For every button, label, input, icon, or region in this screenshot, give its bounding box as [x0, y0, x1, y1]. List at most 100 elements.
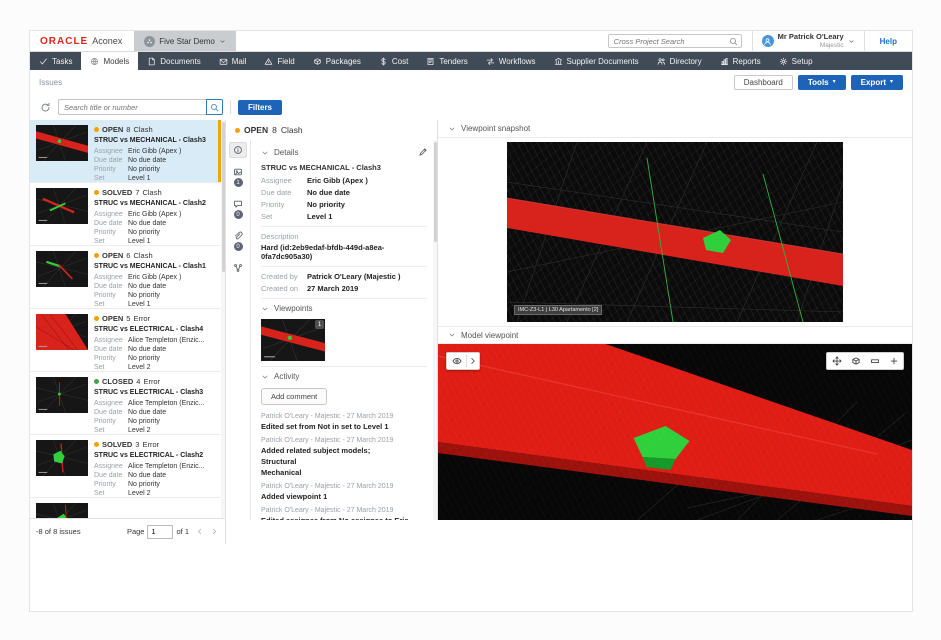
pan-icon [832, 356, 842, 366]
main-content: OPEN8Clash STRUC vs MECHANICAL - Clash3 … [30, 120, 912, 611]
issues-scrollbar[interactable] [221, 120, 225, 518]
nav-item-packages[interactable]: Packages [304, 52, 370, 70]
add-comment-button[interactable]: Add comment [261, 388, 327, 405]
oracle-aconex-logo: ORACLE Aconex [30, 31, 134, 51]
issue-list-item[interactable]: OPEN6Clash STRUC vs MECHANICAL - Clash1 … [30, 246, 221, 309]
search-icon[interactable] [729, 37, 738, 46]
issue-thumbnail [36, 440, 88, 476]
issue-status: SOLVED [102, 188, 132, 198]
activity-section-header[interactable]: Activity [261, 372, 427, 381]
issue-list-item[interactable]: SOLVED3Error STRUC vs ELECTRICAL - Clash… [30, 435, 221, 498]
tools-button[interactable]: Tools▾ [798, 75, 846, 90]
rail-item-related-models-icon[interactable] [229, 260, 247, 276]
nav-item-directory[interactable]: Directory [648, 52, 711, 70]
model-viewpoint-header[interactable]: Model viewpoint [438, 326, 912, 344]
activity-entry: Patrick O'Leary - Majestic - 27 March 20… [261, 413, 427, 431]
issue-list-item[interactable]: CLOSED4Error STRUC vs ELECTRICAL - Clash… [30, 372, 221, 435]
section-cube-icon-button[interactable] [846, 353, 865, 369]
pan-icon-button[interactable] [827, 353, 846, 369]
issue-number: 5 [126, 314, 130, 324]
detail-status: OPEN [244, 125, 268, 135]
nav-item-tenders[interactable]: Tenders [417, 52, 476, 70]
rail-item-paperclip-icon[interactable]: 0 [229, 228, 247, 254]
reports-icon [720, 57, 729, 66]
refresh-icon[interactable] [40, 102, 51, 113]
page-input[interactable] [147, 525, 173, 539]
nav-item-field[interactable]: Field [255, 52, 303, 70]
chevron-down-icon [261, 373, 269, 381]
user-menu[interactable]: Mr Patrick O'Leary Majestic [752, 31, 864, 51]
edit-pencil-icon[interactable] [418, 147, 428, 157]
avatar [762, 35, 774, 47]
model-navigation-toolbar [826, 352, 904, 370]
issues-count: -8 of 8 issues [36, 527, 81, 536]
issues-list-panel: OPEN8Clash STRUC vs MECHANICAL - Clash3 … [30, 120, 226, 544]
nav-item-supplier-documents[interactable]: Supplier Documents [545, 52, 648, 70]
directory-icon [657, 57, 666, 66]
details-section-header[interactable]: Details [261, 148, 427, 157]
model-viewport[interactable] [438, 344, 912, 520]
cross-project-search-input[interactable] [608, 34, 742, 48]
top-bar: ORACLE Aconex Five Star Demo Mr Patrick … [30, 31, 912, 52]
chevron-right-icon [468, 356, 478, 366]
nav-item-models[interactable]: Models [81, 52, 138, 70]
rail-item-comment-icon[interactable]: 0 [229, 196, 247, 222]
aconex-wordmark: Aconex [92, 36, 122, 46]
rail-item-image-icon[interactable]: 1 [229, 164, 247, 190]
document-icon [147, 57, 156, 66]
viewpoint-thumbnail[interactable]: 1 [261, 319, 325, 361]
rail-badge: 1 [234, 178, 243, 187]
cost-icon [379, 57, 388, 66]
zoom-plus-icon-button[interactable] [884, 353, 903, 369]
nav-item-cost[interactable]: Cost [370, 52, 417, 70]
help-link[interactable]: Help [864, 31, 912, 51]
check-icon [39, 57, 48, 66]
measure-icon-button[interactable] [865, 353, 884, 369]
dashboard-button[interactable]: Dashboard [734, 75, 793, 90]
filters-button[interactable]: Filters [238, 100, 282, 115]
issue-description: Hard (id:2eb9edaf-bfdb-449d-a8ea-0fa7dc9… [261, 243, 427, 261]
chevron-down-icon: ▾ [833, 79, 836, 85]
issue-detail-panel: OPEN 8 Clash 100 Details STRUC vs MECHAN… [226, 120, 438, 520]
status-dot [94, 127, 99, 132]
nav-item-tasks[interactable]: Tasks [30, 52, 81, 70]
issue-list-item[interactable]: OPEN5Error STRUC vs ELECTRICAL - Clash4 … [30, 309, 221, 372]
page-of-label: of 1 [176, 527, 189, 536]
detail-scrollbar[interactable] [433, 140, 437, 520]
page-title: Issues [39, 78, 62, 87]
nav-item-setup[interactable]: Setup [770, 52, 822, 70]
viewpoint-snapshot-header[interactable]: Viewpoint snapshot [438, 120, 912, 138]
issue-search-input[interactable] [58, 99, 206, 115]
snapshot-location-label: IMC-Z3-L1 | L30 Apartamento [2] [514, 305, 602, 315]
app-window: ORACLE Aconex Five Star Demo Mr Patrick … [29, 30, 913, 612]
issue-title: STRUC vs MECHANICAL - Clash2 [94, 199, 216, 208]
status-dot [94, 316, 99, 321]
supplier-documents-icon [554, 57, 563, 66]
next-page-icon[interactable] [210, 527, 219, 536]
issue-list-item[interactable]: OPEN8Clash STRUC vs MECHANICAL - Clash3 … [30, 120, 221, 183]
nav-item-mail[interactable]: Mail [210, 52, 256, 70]
nav-item-workflows[interactable]: Workflows [477, 52, 545, 70]
issue-list-item[interactable] [30, 498, 221, 518]
issue-type: Clash [142, 188, 161, 198]
project-icon [144, 36, 155, 47]
nav-item-documents[interactable]: Documents [138, 52, 209, 70]
chevron-down-icon [219, 38, 226, 45]
user-name: Mr Patrick O'Leary [778, 33, 844, 41]
detail-due-date: No due date [307, 188, 350, 197]
search-button[interactable] [206, 99, 223, 115]
prev-page-icon[interactable] [195, 527, 204, 536]
info-icon [233, 145, 243, 155]
oracle-wordmark: ORACLE [40, 36, 88, 47]
eye-icon-button[interactable] [447, 353, 466, 369]
pagination-bar: -8 of 8 issues Page of 1 [30, 518, 225, 544]
chevron-right-icon-button[interactable] [467, 353, 479, 369]
issue-list-item[interactable]: SOLVED7Clash STRUC vs MECHANICAL - Clash… [30, 183, 221, 246]
nav-item-reports[interactable]: Reports [711, 52, 770, 70]
detail-status-dot [235, 128, 240, 133]
export-button[interactable]: Export▾ [851, 75, 903, 90]
viewpoints-section-header[interactable]: Viewpoints [261, 304, 427, 313]
rail-item-info-icon[interactable] [229, 142, 247, 158]
related-models-icon [233, 263, 243, 273]
project-selector[interactable]: Five Star Demo [134, 31, 236, 51]
